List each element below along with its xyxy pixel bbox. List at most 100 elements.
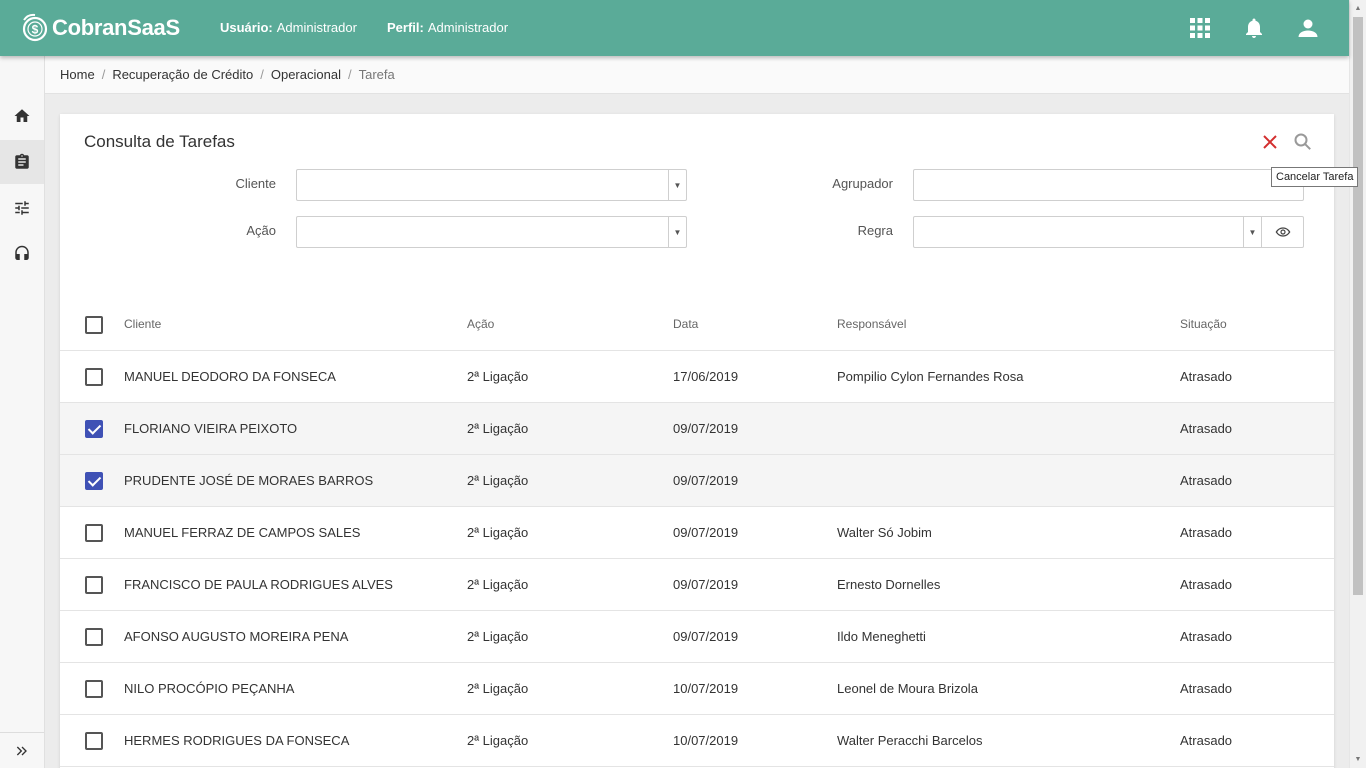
cell-situacao: Atrasado [1180, 577, 1233, 592]
cell-acao: 2ª Ligação [467, 473, 529, 488]
cell-cliente: FLORIANO VIEIRA PEIXOTO [124, 421, 298, 436]
row-checkbox[interactable] [85, 420, 103, 438]
user-value: Administrador [276, 20, 357, 35]
column-cliente[interactable]: Cliente [124, 317, 161, 331]
table-header: Cliente Ação Data Responsável Situação [60, 300, 1334, 351]
table-row[interactable]: MANUEL FERRAZ DE CAMPOS SALES 2ª Ligação… [60, 507, 1334, 559]
scrollbar-thumb[interactable] [1353, 17, 1363, 595]
clipboard-icon [15, 153, 29, 169]
sidebar-item-support[interactable] [0, 232, 44, 276]
cell-situacao: Atrasado [1180, 421, 1233, 436]
table-row[interactable]: MANUEL DEODORO DA FONSECA 2ª Ligação 17/… [60, 351, 1334, 403]
column-data[interactable]: Data [673, 317, 698, 331]
dropdown-arrow-icon[interactable]: ▼ [1243, 217, 1261, 247]
cell-responsavel: Pompilio Cylon Fernandes Rosa [837, 369, 1024, 384]
column-situacao[interactable]: Situação [1180, 317, 1227, 331]
cell-cliente: FRANCISCO DE PAULA RODRIGUES ALVES [124, 577, 393, 592]
cell-data: 09/07/2019 [673, 629, 739, 644]
cell-responsavel: Ildo Meneghetti [837, 629, 926, 644]
row-checkbox[interactable] [85, 576, 103, 594]
cell-acao: 2ª Ligação [467, 629, 529, 644]
cell-data: 09/07/2019 [673, 577, 739, 592]
breadcrumb-current: Tarefa [358, 67, 395, 82]
breadcrumb-home[interactable]: Home [60, 67, 95, 82]
dropdown-arrow-icon[interactable]: ▼ [668, 217, 686, 247]
breadcrumb-separator: / [347, 67, 352, 82]
cell-cliente: MANUEL FERRAZ DE CAMPOS SALES [124, 525, 361, 540]
agrupador-input[interactable] [913, 169, 1304, 201]
sidebar-item-home[interactable] [0, 94, 44, 138]
row-checkbox[interactable] [85, 628, 103, 646]
scroll-down-icon[interactable]: ▼ [1350, 751, 1366, 768]
bell-icon[interactable] [1242, 16, 1266, 40]
breadcrumb-separator: / [101, 67, 106, 82]
column-responsavel[interactable]: Responsável [837, 317, 906, 331]
double-chevron-right-icon [16, 746, 27, 755]
task-query-card: Consulta de Tarefas Cliente ▼ Agrupador … [60, 114, 1334, 768]
close-icon [1263, 135, 1277, 149]
user-info: Usuário: Administrador [220, 20, 357, 35]
row-checkbox[interactable] [85, 732, 103, 750]
cell-cliente: HERMES RODRIGUES DA FONSECA [124, 733, 350, 748]
cell-cliente: PRUDENTE JOSÉ DE MORAES BARROS [124, 473, 374, 488]
apps-grid-icon[interactable] [1188, 16, 1212, 40]
breadcrumb-recuperacao[interactable]: Recuperação de Crédito [112, 67, 253, 82]
cell-responsavel: Walter Peracchi Barcelos [837, 733, 983, 748]
svg-text:$: $ [32, 23, 39, 37]
account-icon[interactable] [1296, 16, 1320, 40]
cancel-task-button[interactable] [1260, 132, 1280, 152]
cell-responsavel: Ernesto Dornelles [837, 577, 941, 592]
app-logo[interactable]: $ CobranSaaS [18, 10, 180, 46]
table-row[interactable]: NILO PROCÓPIO PEÇANHA 2ª Ligação 10/07/2… [60, 663, 1334, 715]
search-button[interactable] [1293, 132, 1313, 152]
column-acao[interactable]: Ação [467, 317, 494, 331]
acao-select[interactable]: ▼ [296, 216, 687, 248]
dropdown-arrow-icon[interactable]: ▼ [668, 170, 686, 200]
cell-cliente: NILO PROCÓPIO PEÇANHA [124, 681, 295, 696]
sidebar-expand-button[interactable] [0, 732, 44, 768]
table-row[interactable]: AFONSO AUGUSTO MOREIRA PENA 2ª Ligação 0… [60, 611, 1334, 663]
row-checkbox[interactable] [85, 368, 103, 386]
home-icon [14, 109, 30, 122]
user-label: Usuário: [220, 20, 273, 35]
cell-situacao: Atrasado [1180, 525, 1233, 540]
cell-situacao: Atrasado [1180, 681, 1233, 696]
sidebar-item-tasks[interactable] [0, 140, 44, 184]
cell-situacao: Atrasado [1180, 369, 1233, 384]
cell-data: 10/07/2019 [673, 681, 739, 696]
view-rule-button[interactable] [1261, 217, 1303, 247]
row-checkbox[interactable] [85, 680, 103, 698]
page-scrollbar[interactable]: ▲ ▼ [1349, 0, 1366, 768]
logo-icon: $ [22, 13, 48, 42]
table-row[interactable]: HERMES RODRIGUES DA FONSECA 2ª Ligação 1… [60, 715, 1334, 767]
row-checkbox[interactable] [85, 524, 103, 542]
regra-select[interactable]: ▼ [913, 216, 1304, 248]
cell-data: 10/07/2019 [673, 733, 739, 748]
regra-label: Regra [857, 223, 893, 238]
cell-acao: 2ª Ligação [467, 577, 529, 592]
page-title: Consulta de Tarefas [84, 132, 235, 151]
headset-icon [15, 245, 29, 260]
table-row[interactable]: FRANCISCO DE PAULA RODRIGUES ALVES 2ª Li… [60, 559, 1334, 611]
profile-info: Perfil: Administrador [387, 20, 508, 35]
sidebar-item-settings[interactable] [0, 186, 44, 230]
select-all-checkbox[interactable] [85, 316, 103, 334]
app-name: CobranSaaS [52, 15, 180, 40]
sliders-icon [15, 201, 29, 215]
search-icon [1294, 133, 1311, 150]
table-row[interactable]: PRUDENTE JOSÉ DE MORAES BARROS 2ª Ligaçã… [60, 455, 1334, 507]
cancel-task-tooltip: Cancelar Tarefa [1271, 167, 1359, 187]
sidebar [0, 56, 45, 768]
scroll-up-icon[interactable]: ▲ [1350, 0, 1366, 17]
table-row[interactable]: FLORIANO VIEIRA PEIXOTO 2ª Ligação 09/07… [60, 403, 1334, 455]
row-checkbox[interactable] [85, 472, 103, 490]
cell-data: 09/07/2019 [673, 421, 739, 436]
cell-data: 09/07/2019 [673, 525, 739, 540]
eye-icon [1275, 227, 1290, 237]
agrupador-label: Agrupador [832, 176, 893, 191]
cliente-select[interactable]: ▼ [296, 169, 687, 201]
cell-situacao: Atrasado [1180, 629, 1233, 644]
breadcrumb-operacional[interactable]: Operacional [271, 67, 341, 82]
cell-acao: 2ª Ligação [467, 525, 529, 540]
profile-label: Perfil: [387, 20, 424, 35]
